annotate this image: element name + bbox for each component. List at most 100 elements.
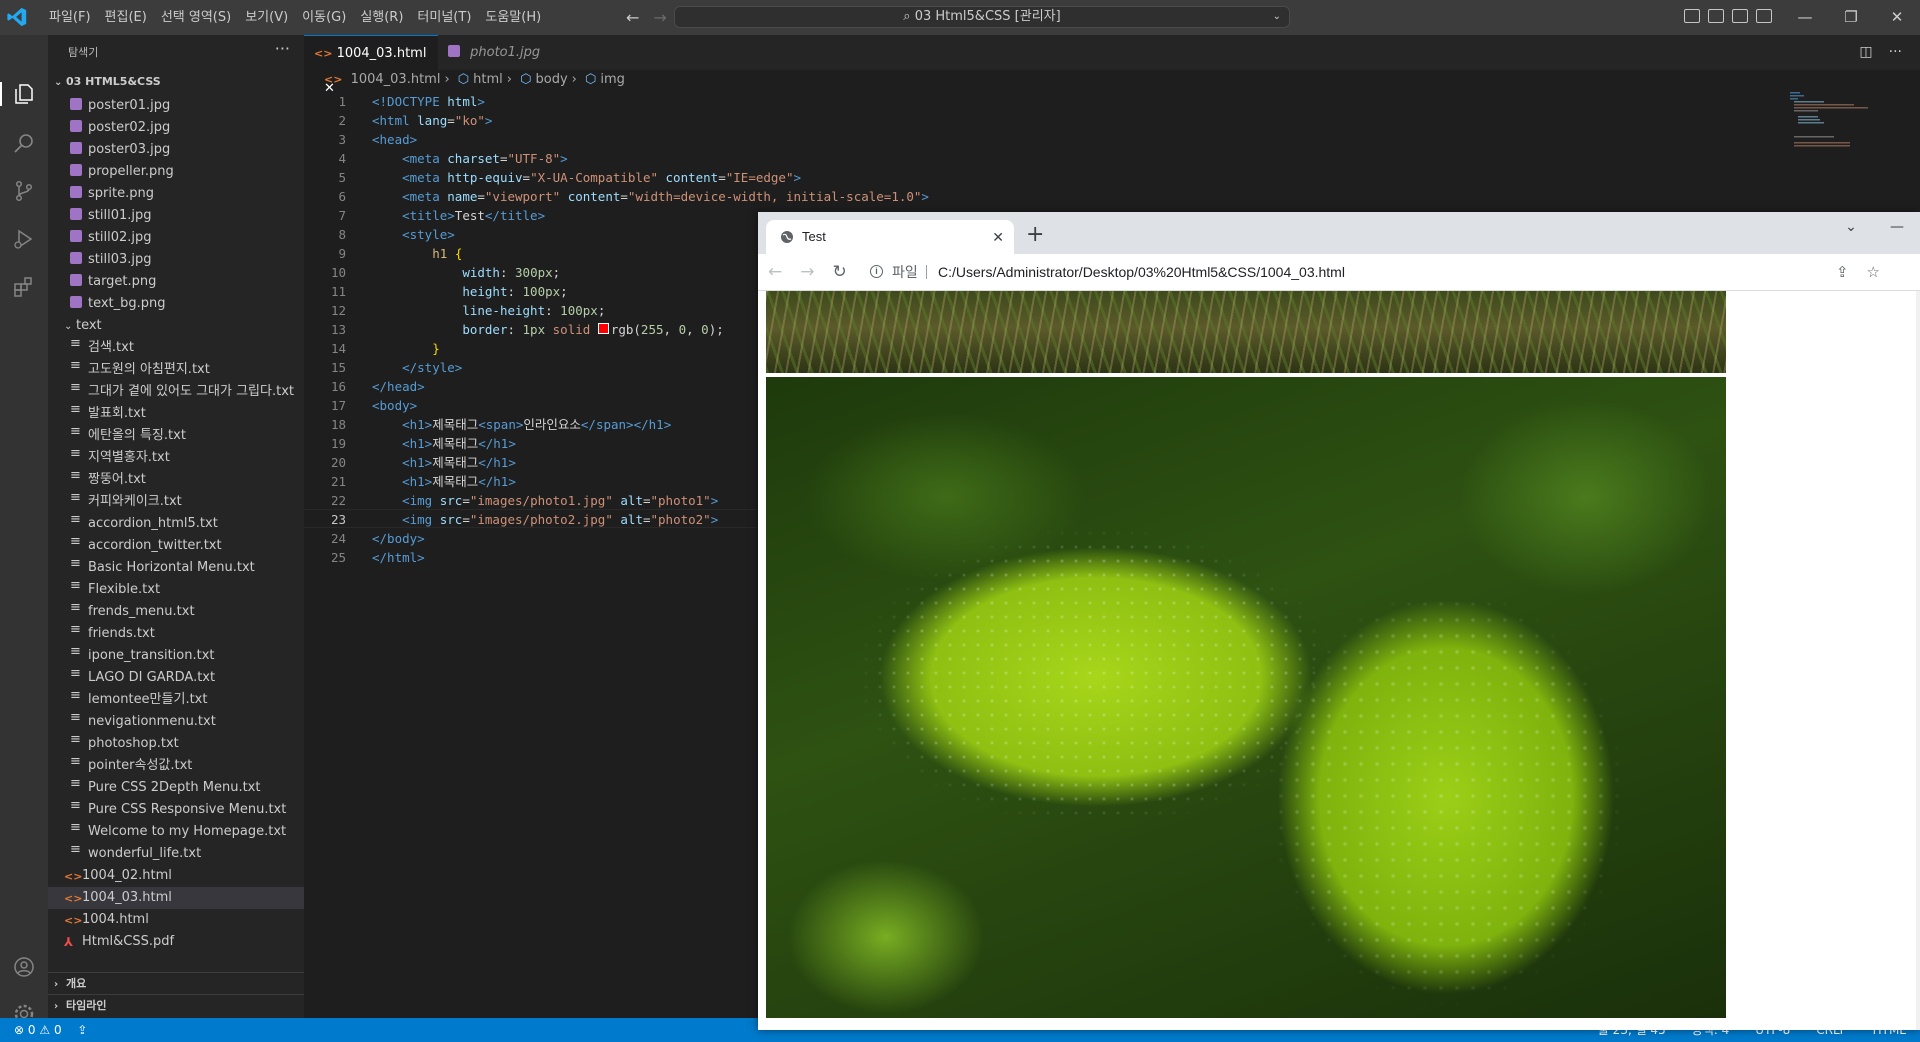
outline-section[interactable]: › 개요 (48, 972, 304, 994)
address-bar[interactable]: i 파일 C:/Users/Administrator/Desktop/03%2… (864, 258, 1864, 286)
tab-photo1-jpg[interactable]: photo1.jpg (438, 35, 564, 70)
tree-item[interactable]: accordion_html5.txt (48, 513, 304, 535)
back-arrow-icon[interactable]: ← (768, 262, 782, 282)
close-tab-icon[interactable]: ✕ (992, 220, 1004, 254)
breadcrumb-item[interactable]: 1004_03.html (351, 72, 441, 87)
tree-item[interactable]: 커피와케이크.txt (48, 491, 304, 513)
minimize-icon[interactable]: — (1782, 0, 1828, 35)
tree-item[interactable]: <>1004_02.html (48, 865, 304, 887)
tree-item[interactable]: text_bg.png (48, 293, 304, 315)
tree-item[interactable]: Welcome to my Homepage.txt (48, 821, 304, 843)
code-line[interactable]: 5 <meta http-equiv="X-UA-Compatible" con… (304, 168, 1920, 187)
forward-arrow-icon[interactable]: → (653, 8, 666, 27)
tree-item[interactable]: still03.jpg (48, 249, 304, 271)
menu-run[interactable]: 실행(R) (353, 0, 410, 35)
tree-item[interactable]: 고도원의 아침편지.txt (48, 359, 304, 381)
chevron-down-icon[interactable]: ⌄ (1273, 7, 1281, 27)
tree-folder-text[interactable]: ⌄ text (48, 315, 304, 337)
minimap[interactable] (1790, 92, 1900, 152)
tree-item[interactable]: lemontee만들기.txt (48, 689, 304, 711)
code-line[interactable]: 3 <head> (304, 130, 1920, 149)
tree-item[interactable]: propeller.png (48, 161, 304, 183)
tree-item[interactable]: Pure CSS 2Depth Menu.txt (48, 777, 304, 799)
share-icon[interactable]: ⇪ (1836, 263, 1849, 281)
back-arrow-icon[interactable]: ← (626, 8, 639, 27)
tree-item[interactable]: wonderful_life.txt (48, 843, 304, 865)
toggle-primary-sidebar-icon[interactable] (1684, 9, 1700, 23)
menu-help[interactable]: 도움말(H) (478, 0, 548, 35)
live-share-icon[interactable]: ⇪ (77, 1023, 87, 1037)
tab-search-icon[interactable]: ⌄ (1828, 212, 1874, 242)
code-line[interactable]: 1 <!DOCTYPE html> (304, 92, 1920, 111)
command-center[interactable]: ⌕ 03 Html5&CSS [관리자] ⌄ (674, 6, 1290, 28)
menu-file[interactable]: 파일(F) (42, 0, 98, 35)
menu-selection[interactable]: 선택 영역(S) (154, 0, 238, 35)
more-actions-icon[interactable]: ··· (1889, 44, 1902, 60)
more-actions-icon[interactable]: ··· (275, 39, 290, 58)
breadcrumb-item[interactable]: html (473, 72, 503, 87)
bookmark-star-icon[interactable]: ☆ (1867, 263, 1880, 281)
timeline-section[interactable]: › 타임라인 (48, 994, 304, 1016)
menu-go[interactable]: 이동(G) (295, 0, 353, 35)
extensions-icon[interactable] (12, 275, 36, 299)
toggle-panel-icon[interactable] (1708, 9, 1724, 23)
tree-item[interactable]: friends.txt (48, 623, 304, 645)
tree-item[interactable]: poster01.jpg (48, 95, 304, 117)
browser-tab[interactable]: Test ✕ (766, 220, 1014, 254)
tree-item[interactable]: sprite.png (48, 183, 304, 205)
tree-item[interactable]: Flexible.txt (48, 579, 304, 601)
account-icon[interactable] (12, 955, 36, 979)
color-swatch-icon[interactable] (597, 323, 609, 334)
tree-item[interactable]: still02.jpg (48, 227, 304, 249)
code-line[interactable]: 4 <meta charset="UTF-8"> (304, 149, 1920, 168)
forward-arrow-icon[interactable]: → (800, 262, 814, 282)
tree-item[interactable]: 지역별홍자.txt (48, 447, 304, 469)
tree-item[interactable]: <>1004.html (48, 909, 304, 931)
tree-item[interactable]: Pure CSS Responsive Menu.txt (48, 799, 304, 821)
menu-view[interactable]: 보기(V) (238, 0, 295, 35)
tree-item[interactable]: ipone_transition.txt (48, 645, 304, 667)
split-editor-icon[interactable]: ◫ (1859, 44, 1872, 60)
problems-indicator[interactable]: ⊗ 0 ⚠ 0 ⇪ (14, 1018, 87, 1042)
tree-item[interactable]: accordion_twitter.txt (48, 535, 304, 557)
tree-item[interactable]: Basic Horizontal Menu.txt (48, 557, 304, 579)
tree-item[interactable]: 에탄올의 특징.txt (48, 425, 304, 447)
code-line[interactable]: 2 <html lang="ko"> (304, 111, 1920, 130)
tree-item[interactable]: 짱뚱어.txt (48, 469, 304, 491)
page-scrollbar[interactable] (1916, 291, 1920, 1030)
tree-item[interactable]: 검색.txt (48, 337, 304, 359)
search-icon[interactable] (12, 131, 36, 155)
tree-item[interactable]: poster02.jpg (48, 117, 304, 139)
tree-item[interactable]: pointer속성값.txt (48, 755, 304, 777)
reload-icon[interactable]: ↻ (833, 262, 847, 282)
tree-item[interactable]: still01.jpg (48, 205, 304, 227)
run-debug-icon[interactable] (12, 227, 36, 251)
toggle-secondary-sidebar-icon[interactable] (1732, 9, 1748, 23)
new-tab-icon[interactable]: + (1026, 220, 1044, 250)
tab-1004-03-html[interactable]: <> 1004_03.html ✕ (304, 35, 438, 96)
source-control-icon[interactable] (12, 179, 36, 203)
tree-item[interactable]: photoshop.txt (48, 733, 304, 755)
tree-item[interactable]: nevigationmenu.txt (48, 711, 304, 733)
close-icon[interactable]: ✕ (1874, 0, 1920, 35)
customize-layout-icon[interactable] (1756, 9, 1772, 23)
breadcrumb-item[interactable]: body (535, 72, 567, 87)
breadcrumb-item[interactable]: img (600, 72, 625, 87)
explorer-icon[interactable] (12, 82, 36, 106)
code-line[interactable]: 6 <meta name="viewport" content="width=d… (304, 187, 1920, 206)
menu-terminal[interactable]: 터미널(T) (410, 0, 478, 35)
tree-item-selected[interactable]: <>1004_03.html (48, 887, 304, 909)
tree-item[interactable]: ⅄ Html&CSS.pdf (48, 931, 304, 953)
tree-item[interactable]: frends_menu.txt (48, 601, 304, 623)
tree-item[interactable]: poster03.jpg (48, 139, 304, 161)
restore-icon[interactable]: ❐ (1828, 0, 1874, 35)
info-icon[interactable]: i (870, 265, 883, 278)
tree-item[interactable]: 발표회.txt (48, 403, 304, 425)
url-text[interactable]: C:/Users/Administrator/Desktop/03%20Html… (938, 258, 1345, 286)
tree-item[interactable]: target.png (48, 271, 304, 293)
tree-item[interactable]: 그대가 곁에 있어도 그대가 그립다.txt (48, 381, 304, 403)
minimize-icon[interactable]: — (1874, 212, 1920, 242)
tree-item[interactable]: LAGO DI GARDA.txt (48, 667, 304, 689)
workspace-folder[interactable]: ⌄ 03 HTML5&CSS (48, 71, 304, 93)
menu-edit[interactable]: 편집(E) (98, 0, 154, 35)
